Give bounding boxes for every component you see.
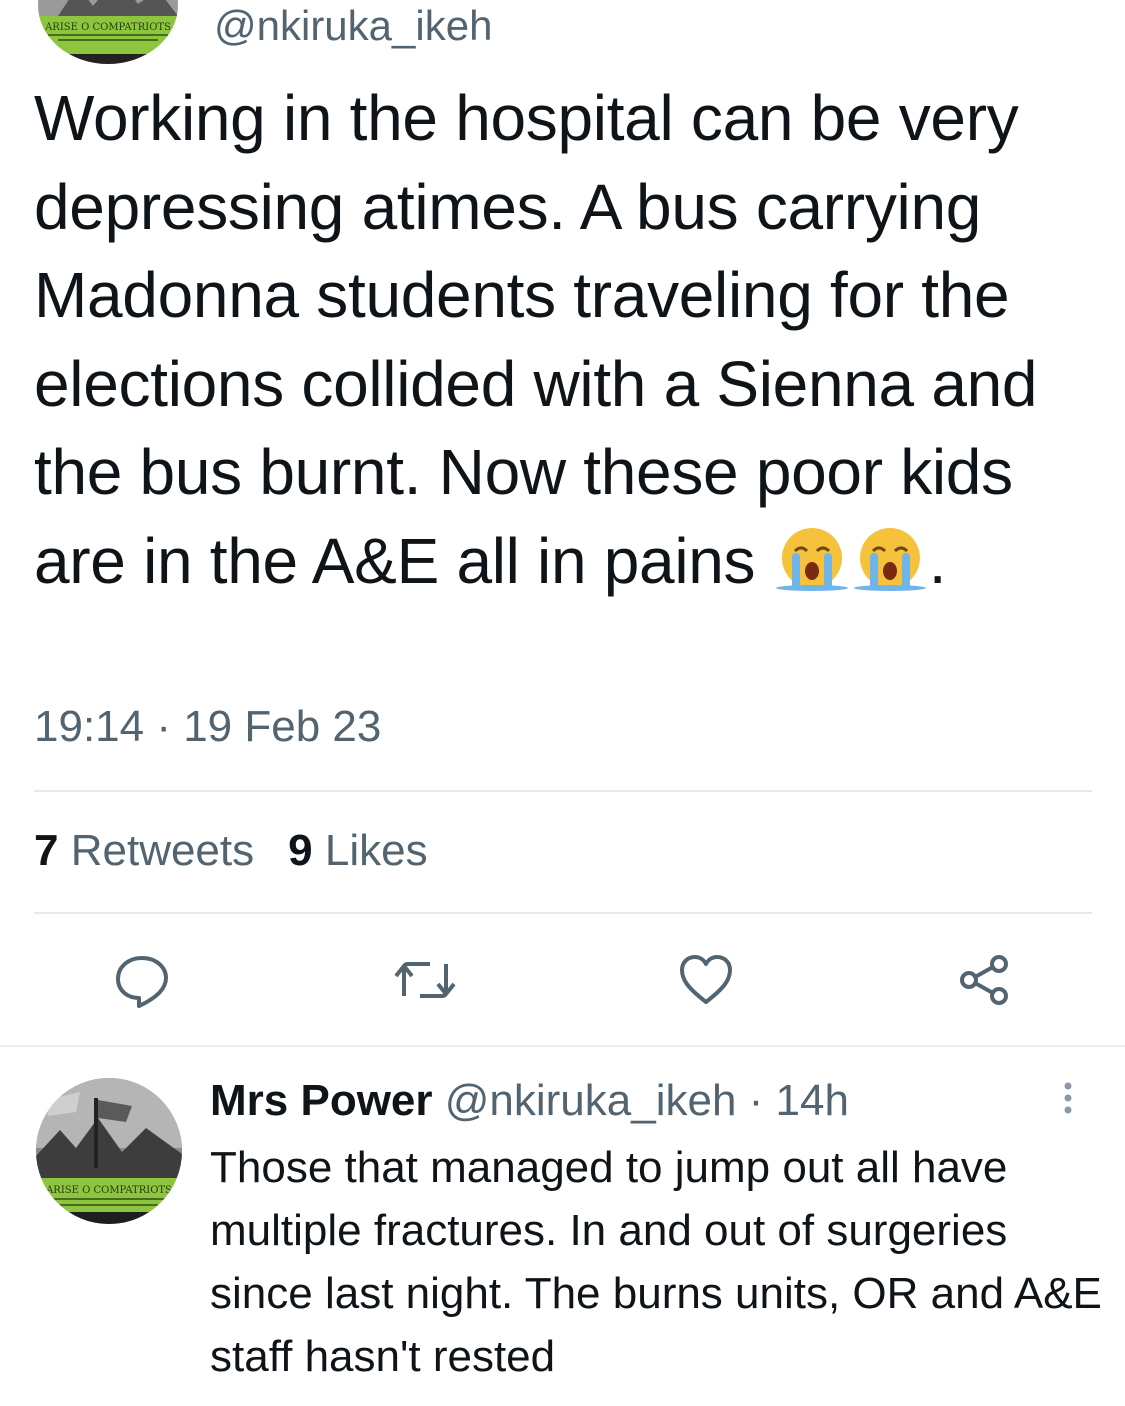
reply-button[interactable] [112,950,172,1010]
tweet-stats: 7 Retweets 9 Likes [34,826,428,876]
author-avatar[interactable]: ARISE O COMPATRIOTS [38,0,178,64]
reply-header: Mrs Power @nkiruka_ikeh · 14h [210,1076,849,1126]
reply-icon [116,956,168,1008]
likes-label: Likes [324,826,428,875]
reply-text: Those that managed to jump out all have … [210,1143,1102,1381]
share-icon [960,955,1008,1005]
tweet-text-body: Working in the hospital can be very depr… [34,82,1038,597]
likes-stat[interactable]: 9 Likes [288,826,427,875]
reply-avatar-badge-text: ARISE O COMPATRIOTS [45,1185,172,1196]
likes-count: 9 [288,826,313,875]
divider [34,790,1092,792]
reply-handle-time[interactable]: @nkiruka_ikeh · 14h [433,1076,849,1125]
more-options-icon[interactable] [1058,1080,1078,1120]
divider [34,912,1092,914]
reply-avatar[interactable]: ARISE O COMPATRIOTS [36,1078,182,1224]
reply-author-name[interactable]: Mrs Power [210,1076,433,1125]
author-handle[interactable]: @nkiruka_ikeh [214,2,492,50]
tweet-text: Working in the hospital can be very depr… [34,74,1094,605]
retweet-icon [394,962,456,998]
tweet-text-end: . [928,524,947,597]
loudly-crying-face-icon [773,525,851,591]
retweets-count: 7 [34,826,59,875]
loudly-crying-face-icon [851,525,929,591]
avatar-badge-text: ARISE O COMPATRIOTS [44,22,171,33]
heart-icon [680,955,732,1004]
retweets-label: Retweets [70,826,255,875]
like-button[interactable] [676,950,736,1010]
retweet-button[interactable] [390,950,456,1010]
tweet-timestamp[interactable]: 19:14 · 19 Feb 23 [34,702,381,752]
retweets-stat[interactable]: 7 Retweets [34,826,254,875]
share-button[interactable] [955,950,1015,1010]
section-divider [0,1045,1125,1047]
